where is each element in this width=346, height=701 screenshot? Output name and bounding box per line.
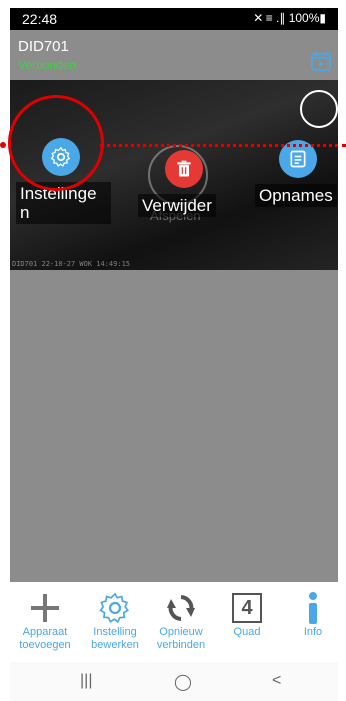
trash-icon	[165, 150, 203, 188]
clock: 22:48	[22, 11, 58, 27]
edit-settings-label-2: bewerken	[91, 639, 139, 651]
info-label: Info	[303, 626, 323, 638]
empty-device-slot[interactable]	[10, 270, 338, 582]
add-device-button[interactable]: Apparaat toevoegen	[12, 590, 78, 652]
info-icon	[280, 590, 346, 626]
gear-icon	[82, 590, 148, 626]
refresh-icon	[148, 590, 214, 626]
highlight-pointer-line	[100, 144, 346, 147]
status-bar: 22:48 ✕ ≡ .∥ 100%▮	[10, 8, 338, 30]
status-indicators: ✕ ≡ .∥ 100%▮	[253, 11, 326, 25]
edit-settings-button[interactable]: Instelling bewerken	[82, 590, 148, 652]
calendar-playback-icon[interactable]	[310, 50, 332, 72]
device-name: DID701	[18, 38, 69, 55]
quad-digit: 4	[232, 593, 262, 623]
bottom-toolbar: Apparaat toevoegen Instelling bewerken O…	[10, 582, 338, 662]
video-timestamp: DID701 22-10-27 WOK 14:49:15	[12, 260, 131, 268]
reconnect-label-1: Opnieuw	[159, 626, 203, 638]
info-button[interactable]: Info	[280, 590, 346, 639]
connection-status: Verbonden	[18, 58, 77, 72]
delete-label: Verwijder	[138, 194, 216, 217]
highlight-ring	[8, 95, 104, 191]
device-header: DID701 Verbonden	[10, 30, 338, 80]
recordings-label: Opnames	[255, 184, 337, 207]
recordings-action[interactable]: Opnames	[255, 138, 338, 207]
home-icon[interactable]: ◯	[174, 672, 192, 692]
android-nav-bar: ||| ◯ <	[10, 662, 338, 701]
highlight-pointer-dot	[0, 142, 6, 148]
quad-label: Quad	[233, 626, 261, 638]
reconnect-button[interactable]: Opnieuw verbinden	[148, 590, 214, 652]
plus-icon	[12, 590, 78, 626]
recent-apps-icon[interactable]: |||	[80, 672, 92, 690]
back-icon[interactable]: <	[272, 672, 281, 690]
quad-view-button[interactable]: 4 Quad	[214, 590, 280, 639]
delete-action[interactable]: Verwijder	[138, 138, 238, 217]
reconnect-label-2: verbinden	[156, 639, 206, 651]
edit-settings-label-1: Instelling	[93, 626, 137, 638]
add-device-label-1: Apparaat	[22, 626, 68, 638]
quad-icon: 4	[214, 590, 280, 626]
menu-toggle-ring[interactable]	[300, 90, 338, 128]
add-device-label-2: toevoegen	[19, 639, 71, 651]
